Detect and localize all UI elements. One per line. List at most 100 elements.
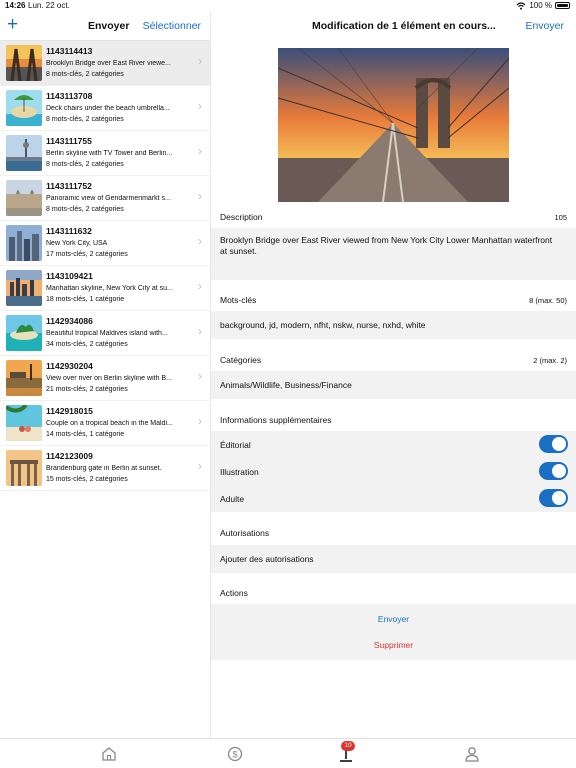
chevron-right-icon: ›: [198, 99, 202, 113]
keywords-field[interactable]: background, jd, modern, nfht, nskw, nurs…: [211, 311, 576, 339]
list-item[interactable]: 1142123009 Brandenburg gate in Berlin at…: [0, 446, 210, 491]
item-description: View over river on Berlin skyline with B…: [46, 375, 172, 382]
profile-icon[interactable]: [463, 745, 481, 763]
item-meta: 15 mots-clés, 2 catégories: [46, 476, 128, 483]
thumbnail-image: [6, 270, 42, 306]
actions-label: Actions: [220, 588, 248, 598]
thumbnail-image: [6, 405, 42, 441]
upload-list: 1143114413 Brooklyn Bridge over East Riv…: [0, 40, 210, 491]
chevron-right-icon: ›: [198, 459, 202, 473]
item-description: Manhattan skyline, New York City at su..…: [46, 285, 173, 292]
dollar-icon[interactable]: $: [226, 745, 244, 763]
upload-list-pane: + Envoyer Sélectionner 1143114413 Brookl…: [0, 12, 211, 738]
home-icon[interactable]: [100, 745, 118, 763]
tab-bar: $ 10: [0, 738, 576, 768]
item-meta: 8 mots-clés, 2 catégories: [46, 206, 124, 213]
thumbnail-image: [6, 135, 42, 171]
item-meta: 8 mots-clés, 2 catégories: [46, 71, 124, 78]
keywords-label: Mots-clés: [220, 295, 257, 305]
description-field[interactable]: Brooklyn Bridge over East River viewed f…: [211, 228, 576, 280]
item-meta: 17 mots-clés, 2 catégories: [46, 251, 128, 258]
thumbnail-image: [6, 360, 42, 396]
item-description: Brooklyn Bridge over East River viewe...: [46, 60, 171, 67]
actions-box: [211, 604, 576, 660]
chevron-right-icon: ›: [198, 189, 202, 203]
item-id: 1143111755: [46, 136, 92, 146]
categories-count: 2 (max. 2): [533, 356, 567, 365]
item-id: 1142918015: [46, 406, 93, 416]
list-item[interactable]: 1143111755 Berlin skyline with TV Tower …: [0, 131, 210, 176]
item-id: 1143111632: [46, 226, 92, 236]
chevron-right-icon: ›: [198, 369, 202, 383]
item-description: Beautiful tropical Maldives island with.…: [46, 330, 168, 337]
illustration-toggle[interactable]: [539, 462, 568, 480]
item-id: 1142934086: [46, 316, 93, 326]
list-item[interactable]: 1143109421 Manhattan skyline, New York C…: [0, 266, 210, 311]
list-item[interactable]: 1143111752 Panoramic view of Gendarmenma…: [0, 176, 210, 221]
item-meta: 21 mots-clés, 2 catégories: [46, 386, 128, 393]
description-label: Description: [220, 212, 263, 222]
item-id: 1143111752: [46, 181, 92, 191]
edit-detail-pane: Modification de 1 élément en cours... En…: [211, 12, 576, 738]
thumbnail-image: [6, 45, 42, 81]
item-meta: 8 mots-clés, 2 catégories: [46, 116, 124, 123]
chevron-right-icon: ›: [198, 234, 202, 248]
item-description: Deck chairs under the beach umbrella...: [46, 105, 170, 112]
illustration-row: Illustration: [211, 458, 576, 485]
list-item[interactable]: 1142918015 Couple on a tropical beach in…: [0, 401, 210, 446]
chevron-right-icon: ›: [198, 144, 202, 158]
thumbnail-image: [6, 315, 42, 351]
svg-text:$: $: [232, 749, 237, 759]
delete-action-button[interactable]: Supprimer: [211, 640, 576, 650]
item-meta: 34 mots-clés, 2 catégories: [46, 341, 128, 348]
extra-info-label: Informations supplémentaires: [220, 415, 332, 425]
chevron-right-icon: ›: [198, 414, 202, 428]
list-item[interactable]: 1143111632 New York City, USA 17 mots-cl…: [0, 221, 210, 266]
chevron-right-icon: ›: [198, 279, 202, 293]
status-bar: 14:26 Lun. 22 oct. 100 %: [0, 0, 576, 12]
add-permissions-button[interactable]: Ajouter des autorisations: [211, 545, 576, 573]
send-action-button[interactable]: Envoyer: [211, 614, 576, 624]
send-button[interactable]: Envoyer: [525, 20, 564, 32]
plus-icon[interactable]: +: [7, 15, 18, 35]
adult-row: Adulte: [211, 485, 576, 512]
adult-toggle[interactable]: [539, 489, 568, 507]
item-id: 1142123009: [46, 451, 93, 461]
battery-icon: [555, 2, 570, 9]
status-date: Lun. 22 oct.: [28, 1, 70, 10]
item-id: 1143109421: [46, 271, 93, 281]
left-nav-title: Envoyer: [88, 20, 130, 32]
upload-badge: 10: [341, 741, 355, 751]
list-item[interactable]: 1142934086 Beautiful tropical Maldives i…: [0, 311, 210, 356]
permissions-label: Autorisations: [220, 528, 270, 538]
list-item[interactable]: 1142930204 View over river on Berlin sky…: [0, 356, 210, 401]
categories-value: Animals/Wildlife, Business/Finance: [220, 380, 352, 390]
item-meta: 18 mots-clés, 1 catégorie: [46, 296, 125, 303]
preview-image: [278, 48, 509, 202]
item-description: Panoramic view of Gendarmenmarkt s...: [46, 195, 171, 202]
item-meta: 14 mots-clés, 1 catégorie: [46, 431, 125, 438]
chevron-right-icon: ›: [198, 54, 202, 68]
battery-percent: 100 %: [529, 1, 552, 10]
editorial-toggle[interactable]: [539, 435, 568, 453]
item-id: 1143113708: [46, 91, 93, 101]
editorial-label: Éditorial: [220, 440, 251, 450]
list-item[interactable]: 1143114413 Brooklyn Bridge over East Riv…: [0, 41, 210, 86]
item-description: Berlin skyline with TV Tower and Berlin.…: [46, 150, 173, 157]
add-permissions-label: Ajouter des autorisations: [220, 554, 314, 564]
item-description: Brandenburg gate in Berlin at sunset.: [46, 465, 162, 472]
keywords-count: 8 (max. 50): [529, 296, 567, 305]
thumbnail-image: [6, 180, 42, 216]
wifi-icon: [516, 1, 526, 10]
item-meta: 8 mots-clés, 2 catégories: [46, 161, 124, 168]
item-id: 1143114413: [46, 46, 93, 56]
keywords-value: background, jd, modern, nfht, nskw, nurs…: [220, 320, 426, 330]
item-description: Couple on a tropical beach in the Maldi.…: [46, 420, 173, 427]
status-right: 100 %: [516, 1, 570, 10]
chevron-right-icon: ›: [198, 324, 202, 338]
categories-field[interactable]: Animals/Wildlife, Business/Finance: [211, 371, 576, 399]
list-item[interactable]: 1143113708 Deck chairs under the beach u…: [0, 86, 210, 131]
select-button[interactable]: Sélectionner: [143, 20, 201, 32]
status-time: 14:26: [5, 1, 26, 10]
description-text-line1: Brooklyn Bridge over East River viewed f…: [220, 235, 553, 245]
